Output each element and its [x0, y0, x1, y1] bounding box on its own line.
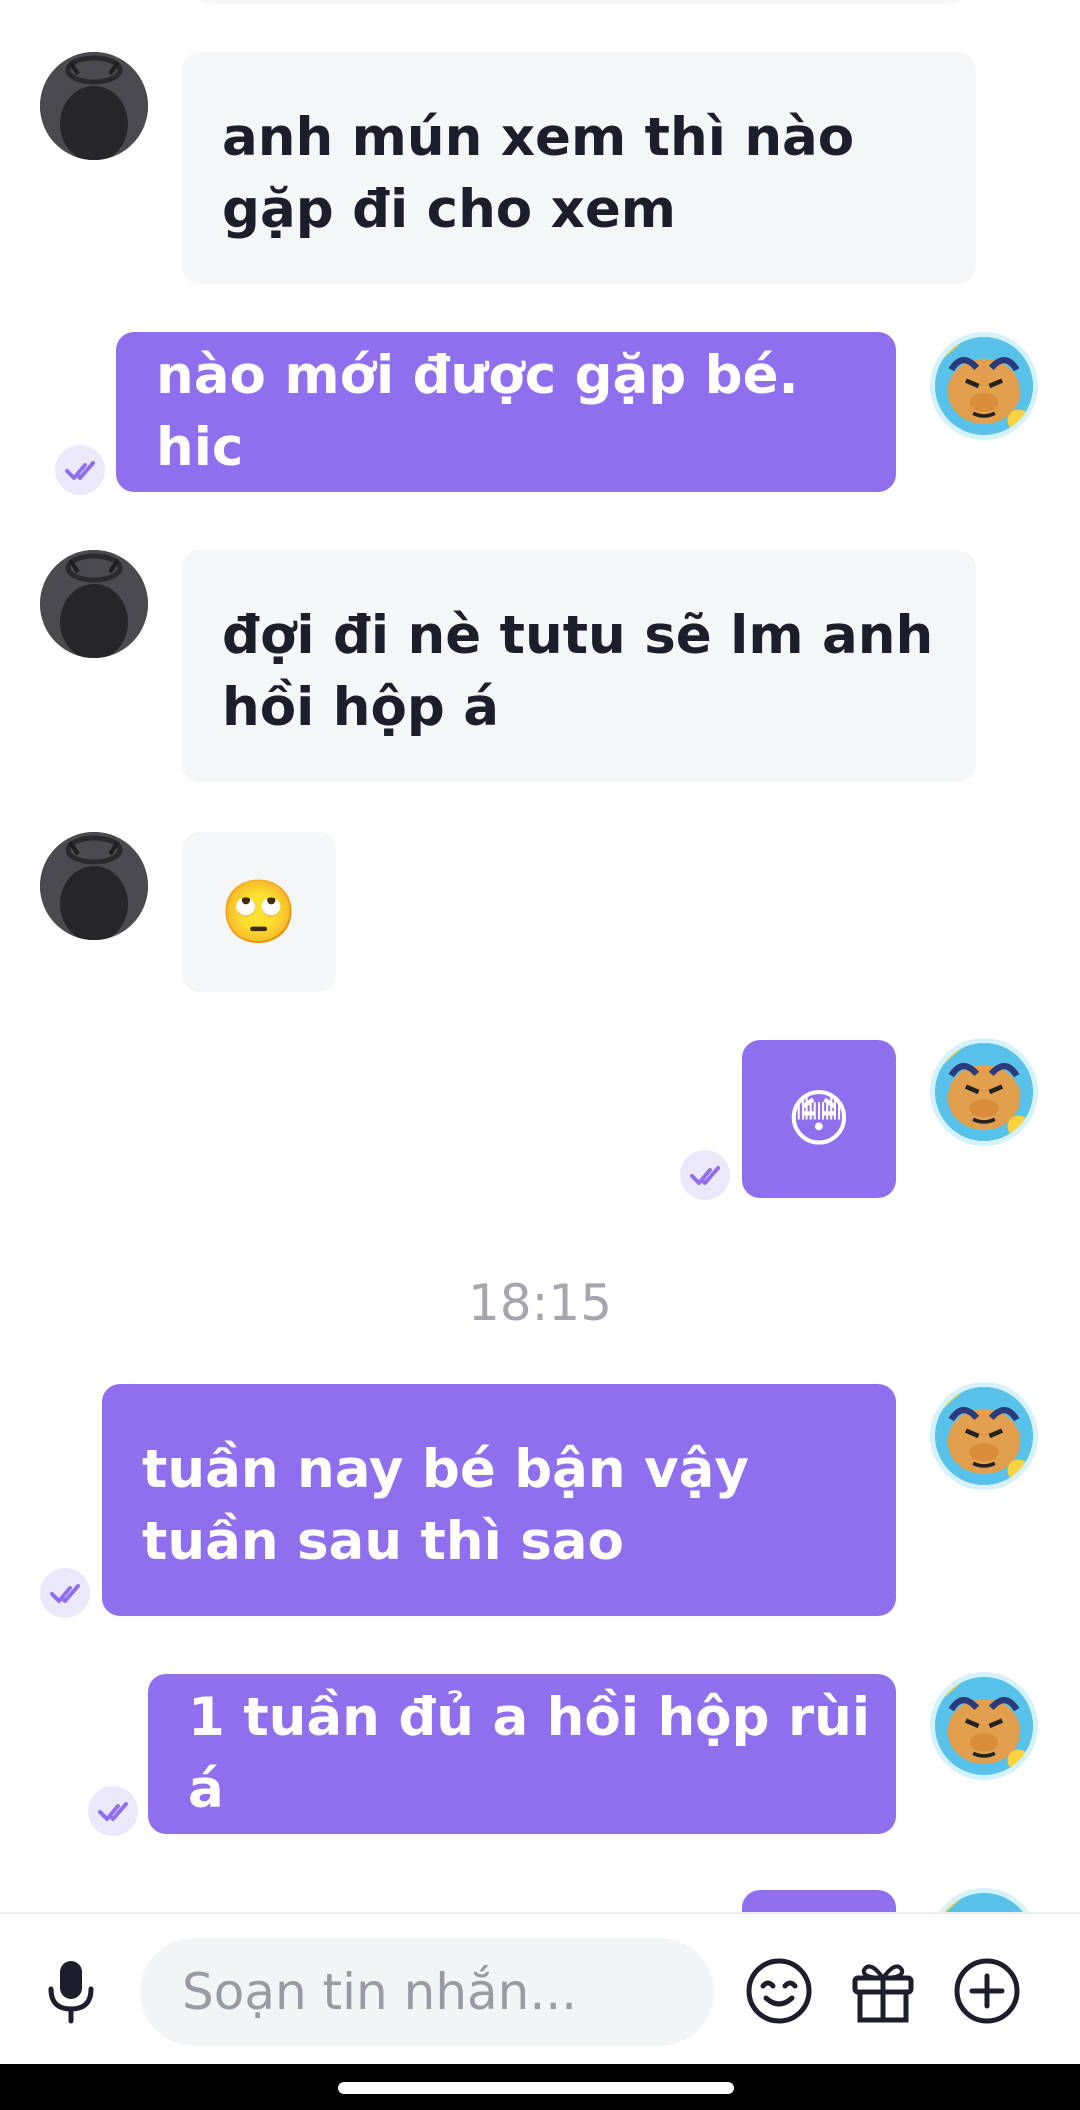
message-bubble-outgoing[interactable]: tuần nay bé bận vậy tuần sau thì sao — [102, 1384, 896, 1616]
seen-status — [40, 1568, 90, 1618]
message-text: anh mún xem thì nào gặp đi cho xem — [222, 107, 855, 240]
gift-button[interactable] — [846, 1954, 920, 2028]
message-bubble-outgoing-partial[interactable] — [742, 1890, 896, 1912]
sender-avatar[interactable] — [40, 832, 148, 940]
microphone-icon — [48, 1961, 94, 2024]
chat-scroll-area[interactable]: anh mún xem thì nào gặp đi cho xem nào m… — [0, 0, 1080, 1912]
self-avatar[interactable] — [930, 1038, 1038, 1146]
message-composer — [0, 1912, 1080, 2066]
double-check-icon — [55, 445, 105, 495]
message-text: nào mới được gặp bé. hic — [156, 345, 799, 478]
sender-avatar[interactable] — [40, 550, 148, 658]
self-avatar[interactable] — [930, 332, 1038, 440]
double-check-icon — [88, 1786, 138, 1836]
self-avatar[interactable] — [930, 1672, 1038, 1780]
seen-status — [88, 1786, 138, 1836]
message-input[interactable] — [182, 1963, 682, 2021]
message-bubble-outgoing-emoji[interactable]: 😳 — [742, 1040, 896, 1198]
message-bubble-incoming-emoji[interactable]: 🙄 — [182, 832, 336, 992]
bull-sticker-avatar-icon — [935, 1043, 1033, 1141]
gift-icon — [852, 1964, 914, 2023]
emoji-button[interactable] — [742, 1954, 816, 2028]
timestamp-divider: 18:15 — [467, 1274, 613, 1332]
user-avatar-icon — [40, 550, 148, 658]
bull-sticker-avatar-icon — [935, 1893, 1033, 1912]
double-check-icon — [680, 1150, 730, 1200]
user-avatar-icon — [40, 832, 148, 940]
user-avatar-icon — [40, 52, 148, 160]
message-emoji: 😳 — [786, 1082, 852, 1155]
message-text: 1 tuần đủ a hồi hộp rùi á — [188, 1687, 871, 1820]
seen-status — [680, 1150, 730, 1200]
self-avatar[interactable] — [930, 1382, 1038, 1490]
bull-sticker-avatar-icon — [935, 1677, 1033, 1775]
double-check-icon — [40, 1568, 90, 1618]
message-emoji: 🙄 — [220, 875, 298, 948]
home-indicator[interactable] — [338, 2082, 734, 2094]
message-bubble-outgoing[interactable]: 1 tuần đủ a hồi hộp rùi á — [148, 1674, 896, 1834]
message-input-container[interactable] — [140, 1938, 714, 2046]
seen-status — [55, 445, 105, 495]
add-button[interactable] — [950, 1954, 1024, 2028]
message-text: tuần nay bé bận vậy tuần sau thì sao — [142, 1439, 749, 1572]
plus-circle-icon — [954, 1958, 1020, 2024]
system-navigation-bar — [0, 2064, 1080, 2110]
message-bubble-incoming[interactable]: anh mún xem thì nào gặp đi cho xem — [182, 52, 976, 284]
sender-avatar[interactable] — [40, 52, 148, 160]
message-bubble-incoming[interactable]: đợi đi nè tutu sẽ lm anh hồi hộp á — [182, 550, 976, 782]
self-avatar[interactable] — [930, 1888, 1038, 1912]
bull-sticker-avatar-icon — [935, 1387, 1033, 1485]
microphone-button[interactable] — [36, 1954, 106, 2030]
bull-sticker-avatar-icon — [935, 337, 1033, 435]
message-text: đợi đi nè tutu sẽ lm anh hồi hộp á — [222, 605, 934, 738]
message-bubble-outgoing[interactable]: nào mới được gặp bé. hic — [116, 332, 896, 492]
emoji-icon — [746, 1958, 812, 2024]
previous-message-edge — [190, 0, 970, 4]
